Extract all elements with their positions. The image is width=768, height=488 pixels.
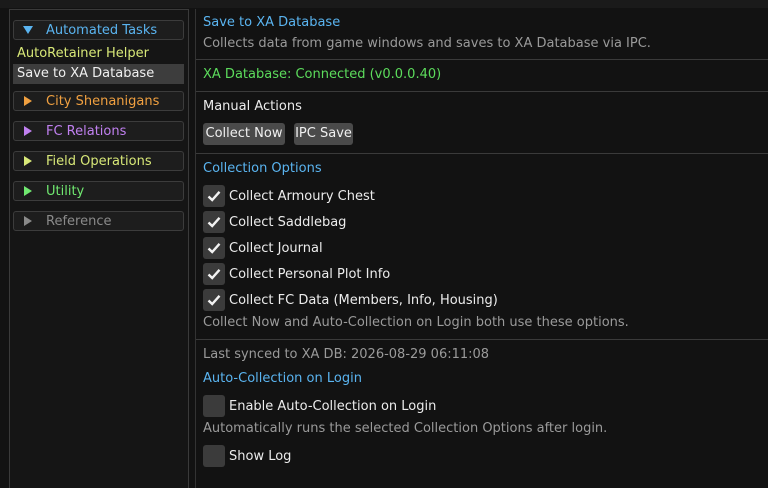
category-field-operations[interactable]: Field Operations (13, 151, 184, 171)
category-automated-tasks[interactable]: Automated Tasks (13, 20, 184, 40)
triangle-right-icon (24, 156, 32, 166)
options-note: Collect Now and Auto-Collection on Login… (203, 315, 629, 330)
option-saddlebag[interactable]: Collect Saddlebag (203, 211, 346, 233)
category-label: Field Operations (46, 153, 152, 169)
sidebar: Automated Tasks AutoRetainer Helper Save… (9, 9, 189, 488)
collect-now-button[interactable]: Collect Now (203, 123, 285, 145)
checkmark-icon (207, 217, 221, 228)
sidebar-item-autoretainer-helper[interactable]: AutoRetainer Helper (13, 44, 184, 64)
category-reference[interactable]: Reference (13, 211, 184, 231)
checkbox[interactable] (203, 263, 225, 285)
option-label: Collect Personal Plot Info (229, 266, 391, 282)
category-label: City Shenanigans (46, 93, 160, 109)
sidebar-item-save-to-xa-database[interactable]: Save to XA Database (13, 64, 184, 84)
option-personal-plot-info[interactable]: Collect Personal Plot Info (203, 263, 390, 285)
collection-options-header: Collection Options (203, 161, 322, 176)
separator (196, 153, 768, 154)
checkbox[interactable] (203, 185, 225, 207)
option-label: Collect FC Data (Members, Info, Housing) (229, 292, 498, 308)
separator (196, 59, 768, 60)
checkmark-icon (207, 269, 221, 280)
auto-collection-header: Auto-Collection on Login (203, 371, 362, 386)
triangle-right-icon (24, 216, 32, 226)
ipc-save-button[interactable]: IPC Save (294, 123, 353, 145)
option-label: Collect Armoury Chest (229, 188, 375, 204)
checkbox[interactable] (203, 211, 225, 233)
category-city-shenanigans[interactable]: City Shenanigans (13, 91, 184, 111)
option-label: Show Log (229, 448, 292, 464)
auto-note: Automatically runs the selected Collecti… (203, 421, 608, 436)
enable-auto-collection[interactable]: Enable Auto-Collection on Login (203, 395, 436, 417)
page-title: Save to XA Database (203, 15, 341, 30)
checkbox[interactable] (203, 445, 225, 467)
option-label: Enable Auto-Collection on Login (229, 398, 437, 414)
main-panel: Save to XA Database Collects data from g… (196, 9, 768, 488)
checkbox[interactable] (203, 395, 225, 417)
manual-actions-label: Manual Actions (203, 99, 302, 114)
checkbox[interactable] (203, 237, 225, 259)
category-label: FC Relations (46, 123, 127, 139)
triangle-right-icon (24, 96, 32, 106)
category-fc-relations[interactable]: FC Relations (13, 121, 184, 141)
category-utility[interactable]: Utility (13, 181, 184, 201)
option-label: Collect Journal (229, 240, 323, 256)
option-armoury-chest[interactable]: Collect Armoury Chest (203, 185, 375, 207)
checkmark-icon (207, 295, 221, 306)
window-top-strip (0, 0, 768, 8)
checkbox[interactable] (203, 289, 225, 311)
separator (196, 91, 768, 92)
option-label: Collect Saddlebag (229, 214, 347, 230)
triangle-down-icon (23, 26, 33, 34)
option-fc-data[interactable]: Collect FC Data (Members, Info, Housing) (203, 289, 498, 311)
separator (196, 339, 768, 340)
triangle-right-icon (24, 186, 32, 196)
page-description: Collects data from game windows and save… (203, 36, 651, 51)
checkmark-icon (207, 191, 221, 202)
triangle-right-icon (24, 126, 32, 136)
show-log-toggle[interactable]: Show Log (203, 445, 291, 467)
category-label: Automated Tasks (46, 22, 158, 38)
checkmark-icon (207, 243, 221, 254)
option-journal[interactable]: Collect Journal (203, 237, 323, 259)
category-label: Reference (46, 213, 112, 229)
last-synced-text: Last synced to XA DB: 2026-08-29 06:11:0… (203, 347, 490, 362)
connection-status: XA Database: Connected (v0.0.0.40) (203, 67, 442, 82)
category-label: Utility (46, 183, 85, 199)
